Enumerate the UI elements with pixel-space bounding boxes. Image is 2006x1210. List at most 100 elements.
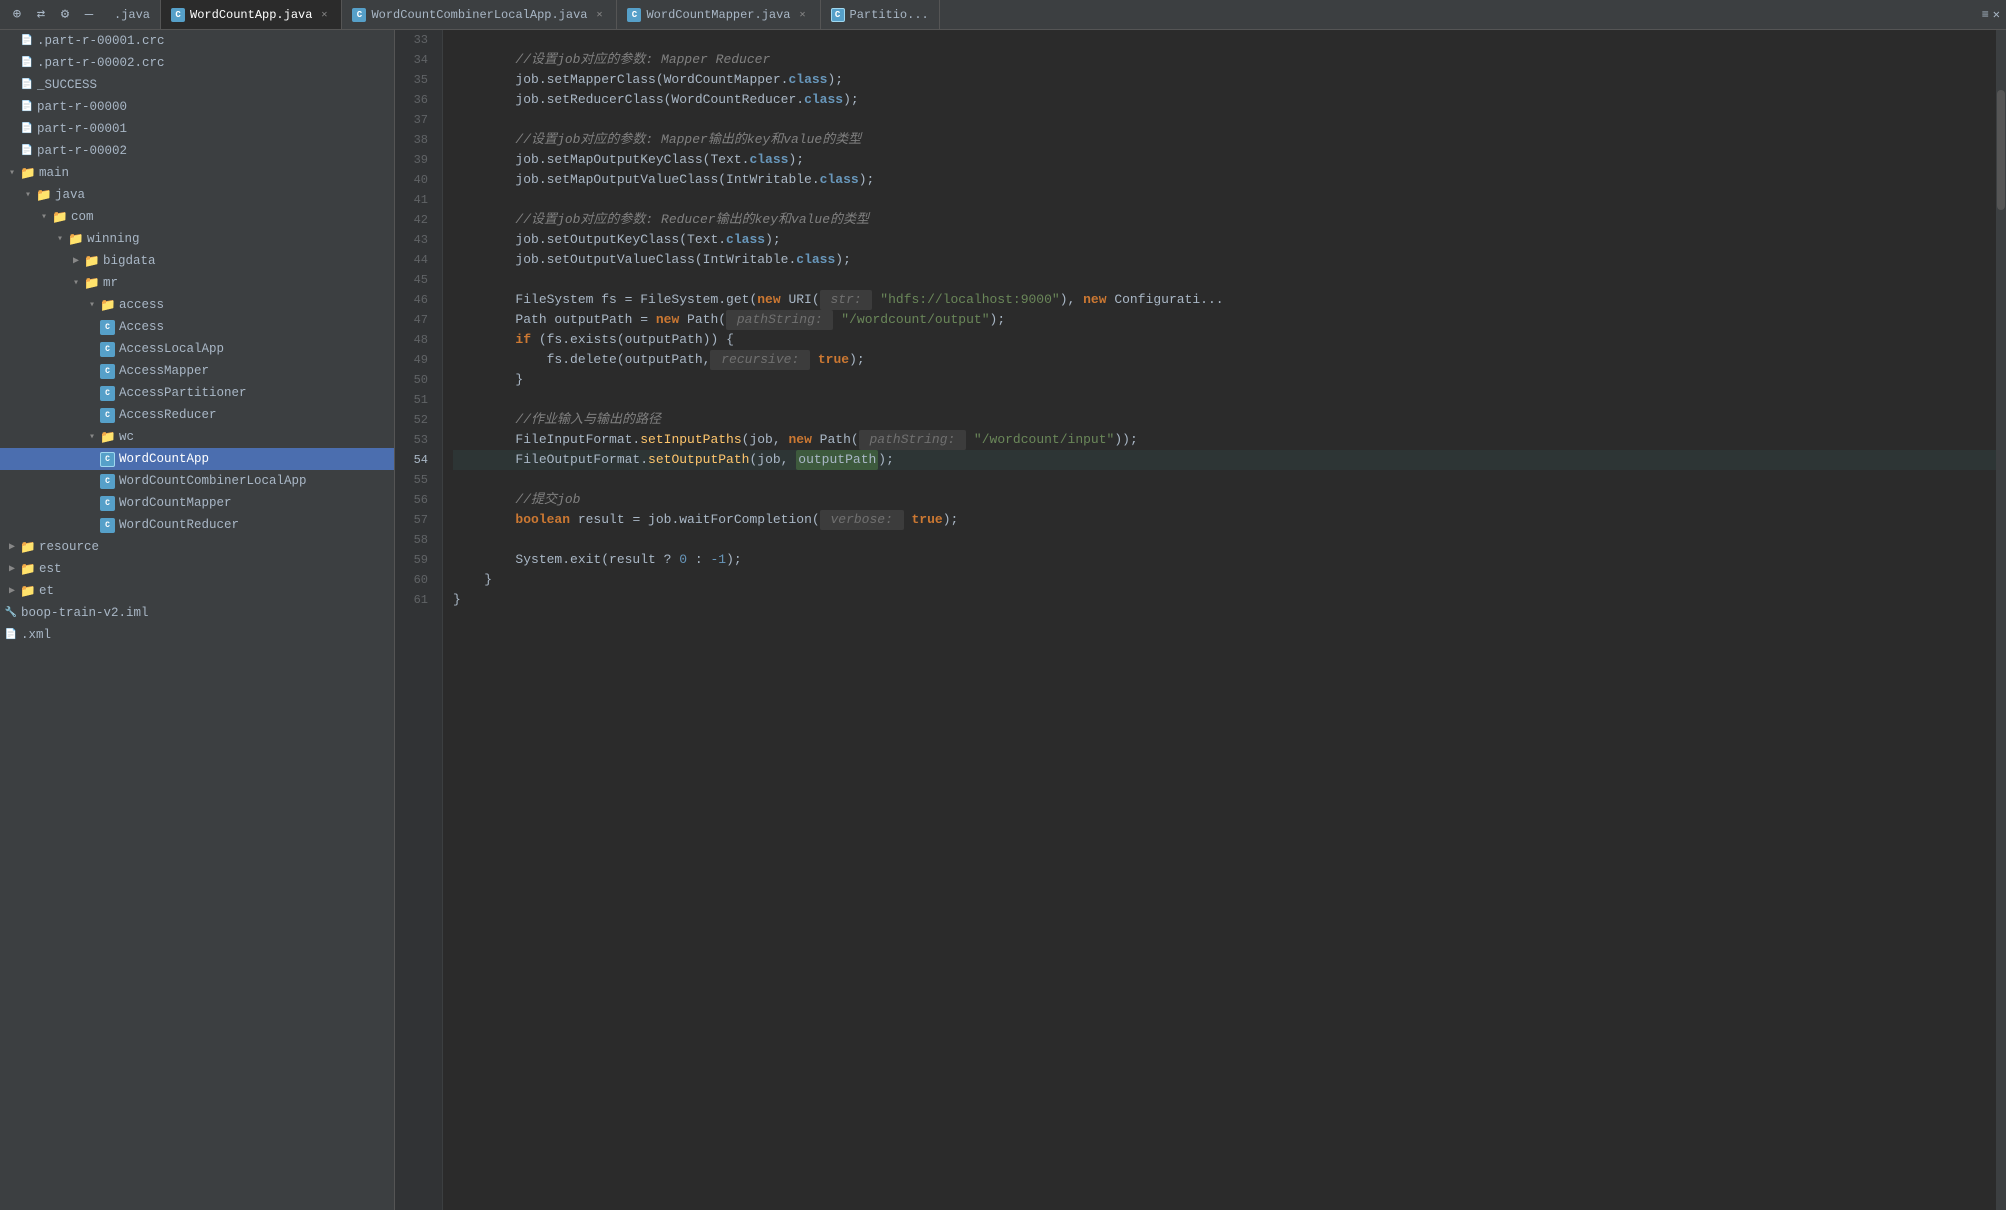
code-plain: Configurati... xyxy=(1107,290,1224,310)
class-icon-AccessMapper: C xyxy=(100,364,115,379)
tab-settings-icon[interactable]: ⚙ xyxy=(54,4,76,26)
code-line-61: } xyxy=(453,590,1996,610)
tree-label: _SUCCESS xyxy=(37,78,390,92)
comment-52: //作业输入与输出的路径 xyxy=(453,410,661,430)
code-content[interactable]: //设置job对应的参数: Mapper Reducer job.setMapp… xyxy=(443,30,1996,1210)
tab-wordcountapp-close[interactable]: ✕ xyxy=(317,8,331,22)
ln-58: 58 xyxy=(395,530,434,550)
est-folder-icon: 📁 xyxy=(20,562,36,576)
tree-item-wc[interactable]: ▾ 📁 wc xyxy=(0,426,394,448)
tree-item-Access[interactable]: C Access xyxy=(0,316,394,338)
tree-label-Access: Access xyxy=(119,320,390,334)
class-icon-AccessReducer: C xyxy=(100,408,115,423)
class-icon-WordCountCombinerLocalApp: C xyxy=(100,474,115,489)
tab-wordcountmapper[interactable]: C WordCountMapper.java ✕ xyxy=(617,0,820,29)
tree-item-access-folder[interactable]: ▾ 📁 access xyxy=(0,294,394,316)
code-line-40: job.setMapOutputValueClass(IntWritable.c… xyxy=(453,170,1996,190)
tree-item-java[interactable]: ▾ 📁 java xyxy=(0,184,394,206)
tree-label-xml: .xml xyxy=(21,628,390,642)
tree-arrow-main: ▾ xyxy=(4,167,20,179)
tab-partition[interactable]: C Partitio... xyxy=(821,0,940,29)
tree-label-AccessPartitioner: AccessPartitioner xyxy=(119,386,390,400)
tree-item-com[interactable]: ▾ 📁 com xyxy=(0,206,394,228)
tree-label: part-r-00001 xyxy=(37,122,390,136)
class-ref-35: class xyxy=(788,70,827,90)
class-icon-AccessPartitioner: C xyxy=(100,386,115,401)
vertical-scrollbar[interactable] xyxy=(1996,30,2006,1210)
tree-arrow-est: ▶ xyxy=(4,563,20,575)
code-plain: ); xyxy=(835,250,851,270)
tree-item-bigdata[interactable]: ▶ 📁 bigdata xyxy=(0,250,394,272)
kw-57: boolean xyxy=(515,510,570,530)
ln-35: 35 xyxy=(395,70,434,90)
file-icon: 📄 xyxy=(20,34,34,48)
tab-wordcountcombinerlocalapp-close[interactable]: ✕ xyxy=(592,8,606,22)
tree-item-success[interactable]: 📄 _SUCCESS xyxy=(0,74,394,96)
ln-60: 60 xyxy=(395,570,434,590)
code-plain: job.setOutputValueClass(IntWritable. xyxy=(453,250,796,270)
tree-item-AccessPartitioner[interactable]: C AccessPartitioner xyxy=(0,382,394,404)
file-icon: 📄 xyxy=(20,100,34,114)
tab-wordcountcombinerlocalapp[interactable]: C WordCountCombinerLocalApp.java ✕ xyxy=(342,0,617,29)
tab-minimize-icon[interactable]: — xyxy=(78,4,100,26)
ln-55: 55 xyxy=(395,470,434,490)
tree-item-mr[interactable]: ▾ 📁 mr xyxy=(0,272,394,294)
tree-item-WordCountMapper[interactable]: C WordCountMapper xyxy=(0,492,394,514)
code-line-49: fs.delete(outputPath, recursive: true); xyxy=(453,350,1996,370)
ln-54: 54 xyxy=(395,450,434,470)
code-line-59: System.exit(result ? 0 : -1); xyxy=(453,550,1996,570)
tree-item-part-r-00001[interactable]: 📄 part-r-00001 xyxy=(0,118,394,140)
ln-37: 37 xyxy=(395,110,434,130)
str-53: "/wordcount/input" xyxy=(966,430,1114,450)
tree-item-xml[interactable]: 📄 .xml xyxy=(0,624,394,646)
tree-item-AccessReducer[interactable]: C AccessReducer xyxy=(0,404,394,426)
tree-item-resource[interactable]: ▶ 📁 resource xyxy=(0,536,394,558)
code-plain: Path outputPath = xyxy=(453,310,656,330)
tree-item-AccessMapper[interactable]: C AccessMapper xyxy=(0,360,394,382)
tab-wordcountmapper-close[interactable]: ✕ xyxy=(796,8,810,22)
code-line-53: FileInputFormat.setInputPaths(job, new P… xyxy=(453,430,1996,450)
tree-item-est[interactable]: ▶ 📁 est xyxy=(0,558,394,580)
tree-item-boop-iml[interactable]: 🔧 boop-train-v2.iml xyxy=(0,602,394,624)
tree-label-WordCountMapper: WordCountMapper xyxy=(119,496,390,510)
sidebar: 📄 .part-r-00001.crc 📄 .part-r-00002.crc … xyxy=(0,30,395,1210)
access-folder-icon: 📁 xyxy=(100,298,116,312)
editor-area: 33 34 35 36 37 38 39 40 41 42 43 44 45 4… xyxy=(395,30,2006,1210)
ln-56: 56 xyxy=(395,490,434,510)
ln-38: 38 xyxy=(395,130,434,150)
tab-nav-icon[interactable]: ⊕ xyxy=(6,4,28,26)
highlighted-var-54: outputPath xyxy=(796,450,878,470)
tree-item-WordCountApp[interactable]: C WordCountApp xyxy=(0,448,394,470)
tree-item-WordCountCombinerLocalApp[interactable]: C WordCountCombinerLocalApp xyxy=(0,470,394,492)
tree-item-part-r-00002[interactable]: 📄 part-r-00002 xyxy=(0,140,394,162)
tab-wordcountmapper-label: WordCountMapper.java xyxy=(646,8,790,22)
tab-close-all-icon[interactable]: ✕ xyxy=(1993,7,2000,22)
et-folder-icon: 📁 xyxy=(20,584,36,598)
java-folder-icon: 📁 xyxy=(36,188,52,202)
code-plain: FileSystem fs = FileSystem.get( xyxy=(453,290,757,310)
tab-scroll-right-icon[interactable]: ≡ xyxy=(1982,8,1989,22)
tree-item-part-r-00002-crc[interactable]: 📄 .part-r-00002.crc xyxy=(0,52,394,74)
ln-33: 33 xyxy=(395,30,434,50)
tree-item-main[interactable]: ▾ 📁 main xyxy=(0,162,394,184)
tree-item-part-r-00000[interactable]: 📄 part-r-00000 xyxy=(0,96,394,118)
code-line-39: job.setMapOutputKeyClass(Text.class); xyxy=(453,150,1996,170)
bigdata-folder-icon: 📁 xyxy=(84,254,100,268)
scrollbar-thumb-vertical[interactable] xyxy=(1997,90,2005,210)
tab-bar-right-controls: ≡ ✕ xyxy=(1976,7,2006,22)
ln-43: 43 xyxy=(395,230,434,250)
tree-item-part-r-00001-crc[interactable]: 📄 .part-r-00001.crc xyxy=(0,30,394,52)
code-plain: ); xyxy=(859,170,875,190)
num-neg1-59: -1 xyxy=(710,550,726,570)
tab-wordcountapp[interactable]: C WordCountApp.java ✕ xyxy=(161,0,342,29)
tree-item-WordCountReducer[interactable]: C WordCountReducer xyxy=(0,514,394,536)
code-line-54: FileOutputFormat.setOutputPath(job, outp… xyxy=(453,450,1996,470)
tree-item-AccessLocalApp[interactable]: C AccessLocalApp xyxy=(0,338,394,360)
class-icon-WordCountApp: C xyxy=(100,452,115,467)
tree-item-et[interactable]: ▶ 📁 et xyxy=(0,580,394,602)
tab-split-icon[interactable]: ⇄ xyxy=(30,4,52,26)
tab-java[interactable]: .java xyxy=(104,0,161,29)
tree-arrow-wc: ▾ xyxy=(84,431,100,443)
code-line-51 xyxy=(453,390,1996,410)
tree-item-winning[interactable]: ▾ 📁 winning xyxy=(0,228,394,250)
